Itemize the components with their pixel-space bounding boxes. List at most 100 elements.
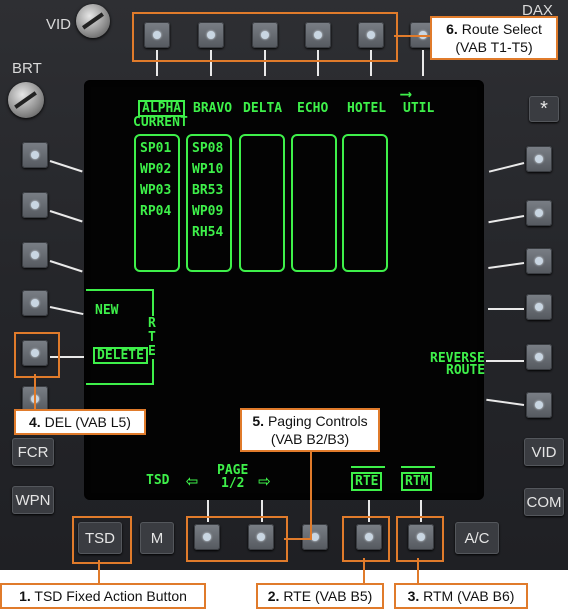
callout-route-select: 6. Route Select (VAB T1-T5) bbox=[430, 16, 558, 60]
vab-l2-button[interactable] bbox=[22, 192, 48, 218]
callout-text: RTE (VAB B5) bbox=[283, 588, 373, 604]
wpn-button[interactable]: WPN bbox=[12, 486, 54, 514]
vid-button[interactable]: VID bbox=[524, 438, 564, 466]
com-button[interactable]: COM bbox=[524, 488, 564, 516]
route-bravo-label[interactable]: BRAVO bbox=[193, 102, 232, 115]
vab-r5-button[interactable] bbox=[526, 344, 552, 370]
route-delta-label[interactable]: DELTA bbox=[243, 102, 282, 115]
callout-number: 6. bbox=[446, 21, 458, 37]
callout-text-2: (VAB T1-T5) bbox=[455, 39, 533, 55]
route-bravo-box: SP08 WP10 BR53 WP09 RH54 bbox=[186, 134, 232, 272]
brt-knob[interactable] bbox=[8, 82, 44, 118]
waypoint: WP10 bbox=[192, 162, 224, 177]
callout-number: 4. bbox=[29, 414, 41, 430]
route-alpha-current: CURRENT bbox=[133, 115, 188, 130]
callout-del: 4. DEL (VAB L5) bbox=[14, 409, 146, 435]
callout-text: Paging Controls bbox=[267, 413, 368, 429]
callout-number: 5. bbox=[252, 413, 265, 429]
vab-b4-button[interactable] bbox=[302, 524, 328, 550]
highlight-rte-button bbox=[342, 516, 390, 562]
vid-knob[interactable] bbox=[76, 4, 110, 38]
wire bbox=[488, 162, 525, 173]
reverse-route-line2[interactable]: ROUTE bbox=[446, 364, 485, 377]
rte-bracket-t: T bbox=[148, 330, 156, 345]
callout-text-2: (VAB B2/B3) bbox=[270, 431, 350, 447]
leader-line bbox=[417, 558, 419, 586]
wire bbox=[486, 360, 524, 362]
waypoint: WP02 bbox=[140, 162, 172, 177]
wire bbox=[49, 210, 83, 223]
wire bbox=[486, 398, 525, 406]
vab-r1-button[interactable] bbox=[526, 146, 552, 172]
highlight-paging-buttons bbox=[186, 516, 288, 562]
fcr-button[interactable]: FCR bbox=[12, 438, 54, 466]
rtm-overline bbox=[401, 466, 435, 468]
leader-line bbox=[34, 374, 36, 410]
vab-l1-button[interactable] bbox=[22, 142, 48, 168]
highlight-rtm-button bbox=[396, 516, 444, 562]
callout-text: TSD Fixed Action Button bbox=[34, 588, 187, 604]
highlight-del-button bbox=[14, 332, 60, 378]
callout-paging-controls: 5. Paging Controls (VAB B2/B3) bbox=[240, 408, 380, 452]
callout-number: 3. bbox=[407, 588, 420, 604]
delete-label[interactable]: DELETE bbox=[93, 347, 148, 364]
callout-tsd-button: 1. TSD Fixed Action Button bbox=[0, 583, 206, 609]
page-number: 1/2 bbox=[221, 476, 245, 491]
wire bbox=[49, 160, 83, 173]
waypoint: SP08 bbox=[192, 141, 224, 156]
route-hotel-label[interactable]: HOTEL bbox=[347, 102, 386, 115]
wire bbox=[422, 50, 424, 76]
callout-number: 1. bbox=[19, 588, 31, 604]
callout-rtm: 3. RTM (VAB B6) bbox=[394, 583, 528, 609]
route-echo-box bbox=[291, 134, 337, 272]
wire bbox=[49, 306, 84, 316]
vab-r3-button[interactable] bbox=[526, 248, 552, 274]
m-button[interactable]: M bbox=[140, 522, 174, 554]
wire bbox=[488, 308, 524, 310]
highlight-tsd-button bbox=[72, 516, 132, 564]
vab-r4-button[interactable] bbox=[526, 294, 552, 320]
vab-l3-button[interactable] bbox=[22, 242, 48, 268]
wire bbox=[488, 262, 525, 270]
leader-line bbox=[284, 538, 310, 540]
ac-button[interactable]: A/C bbox=[455, 522, 499, 554]
leader-line bbox=[310, 450, 312, 540]
route-echo-label[interactable]: ECHO bbox=[297, 102, 328, 115]
route-alpha-box: SP01 WP02 WP03 RP04 bbox=[134, 134, 180, 272]
waypoint: WP03 bbox=[140, 183, 172, 198]
rte-overline bbox=[351, 466, 385, 468]
waypoint: RH54 bbox=[192, 225, 224, 240]
waypoint: WP09 bbox=[192, 204, 224, 219]
star-button[interactable]: * bbox=[529, 96, 559, 122]
waypoint: BR53 bbox=[192, 183, 224, 198]
page-left-arrow-icon[interactable]: ⇦ bbox=[186, 470, 198, 490]
wire bbox=[49, 260, 83, 273]
leader-line bbox=[363, 558, 365, 586]
tsd-screen-label: TSD bbox=[146, 473, 170, 488]
rte-label[interactable]: RTE bbox=[351, 472, 383, 491]
waypoint: SP01 bbox=[140, 141, 172, 156]
util-arrow-icon: ⟶ bbox=[401, 84, 411, 103]
vab-r2-button[interactable] bbox=[526, 200, 552, 226]
callout-number: 2. bbox=[267, 588, 280, 604]
highlight-route-select bbox=[132, 12, 398, 62]
vab-l4-button[interactable] bbox=[22, 290, 48, 316]
rtm-label[interactable]: RTM bbox=[401, 472, 433, 491]
callout-text: DEL (VAB L5) bbox=[44, 414, 131, 430]
util-label[interactable]: UTIL bbox=[403, 102, 434, 115]
callout-text: RTM (VAB B6) bbox=[423, 588, 515, 604]
rte-bracket-e: E bbox=[148, 344, 156, 359]
vab-r6-button[interactable] bbox=[526, 392, 552, 418]
wire bbox=[488, 215, 525, 224]
brt-knob-label: BRT bbox=[12, 60, 42, 77]
callout-text: Route Select bbox=[461, 21, 542, 37]
rte-bracket-r: R bbox=[148, 316, 156, 331]
mpd-bezel: VID BRT DAX * FCR WPN VID COM TSD M A/C bbox=[0, 0, 568, 570]
leader-line bbox=[394, 35, 432, 37]
waypoint: RP04 bbox=[140, 204, 172, 219]
new-label[interactable]: NEW bbox=[95, 304, 118, 317]
route-delta-box bbox=[239, 134, 285, 272]
page-right-arrow-icon[interactable]: ⇨ bbox=[258, 470, 270, 490]
vid-knob-label: VID bbox=[46, 16, 72, 33]
callout-rte: 2. RTE (VAB B5) bbox=[256, 583, 384, 609]
